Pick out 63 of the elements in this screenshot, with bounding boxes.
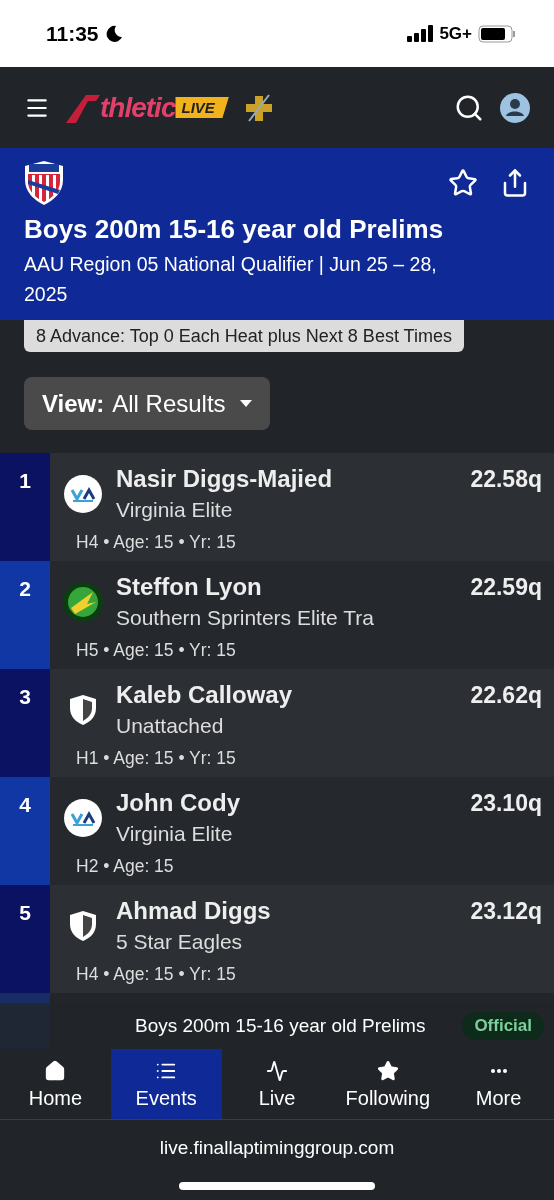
nav-tab[interactable]: Home (0, 1049, 111, 1119)
result-row[interactable]: Nasir Diggs-Majied 22.58q Virginia Elite H4 • Age: 15 • Yr: 15 (50, 453, 554, 561)
result-row[interactable]: Ahmad Diggs 23.12q 5 Star Eagles H4 • Age: 15 • Yr: 15 (50, 885, 554, 993)
star-icon[interactable] (448, 168, 478, 198)
star-icon (376, 1059, 399, 1082)
athlete-meta: H4 • Age: 15 • Yr: 15 (75, 963, 237, 985)
pulse-icon (266, 1059, 288, 1082)
home-icon (44, 1059, 67, 1082)
more-icon (490, 1068, 507, 1073)
place-number: 1 (0, 453, 50, 561)
clock-time: 11:35 (46, 21, 99, 46)
athlete-name: Ahmad Diggs (116, 897, 272, 925)
team-name: Virginia Elite (116, 822, 234, 846)
athlete-meta: H5 • Age: 15 • Yr: 15 (75, 639, 237, 661)
place-number: 5 (0, 885, 50, 993)
team-name: Southern Sprinters Elite Tra (116, 606, 375, 630)
athlete-name: Steffon Lyon (116, 573, 263, 601)
status-badge: Official (462, 1012, 544, 1040)
result-row[interactable]: Steffon Lyon 22.59q Southern Sprinters Elite Tra H5 • Age: 15 • Yr: 15 (50, 561, 554, 669)
result-time: 22.59q (470, 573, 542, 601)
club-logo-icon (64, 475, 102, 513)
view-dropdown[interactable]: View: All Results (24, 377, 270, 430)
shield-logo-icon (24, 160, 64, 206)
place-number: 4 (0, 777, 50, 885)
club-logo-icon (64, 799, 102, 837)
battery-icon (478, 24, 516, 43)
nav-tab[interactable]: Live (221, 1049, 333, 1119)
team-name: 5 Star Eagles (116, 930, 244, 954)
nav-tab[interactable]: Events (110, 1049, 222, 1119)
advance-note: 8 Advance: Top 0 Each Heat plus Next 8 Best Times (24, 320, 464, 352)
moon-icon (104, 24, 123, 43)
result-time: 23.12q (470, 897, 542, 925)
event-title: Boys 200m 15-16 year old Prelims (24, 214, 445, 245)
logo-arch-icon (66, 92, 100, 123)
account-icon[interactable] (500, 92, 530, 123)
now-showing-title: Boys 200m 15-16 year old Prelims (135, 1015, 426, 1037)
shield-icon (69, 910, 97, 942)
logo-badge: LIVE (175, 97, 229, 118)
plus-icon (244, 93, 273, 122)
athlete-name: Kaleb Calloway (116, 681, 294, 709)
nav-tab[interactable]: More (443, 1049, 554, 1119)
athlete-name: Nasir Diggs-Majied (116, 465, 334, 493)
place-number: 2 (0, 561, 50, 669)
shield-icon (69, 694, 97, 726)
result-row[interactable]: John Cody 23.10q Virginia Elite H2 • Age: 15 (50, 777, 554, 885)
athlete-meta: H1 • Age: 15 • Yr: 15 (75, 747, 237, 769)
result-row[interactable]: Kaleb Calloway 22.62q Unattached H1 • Age: 15 • Yr: 15 (50, 669, 554, 777)
result-time: 23.10q (470, 789, 542, 817)
athlete-meta: H2 • Age: 15 (75, 855, 175, 877)
athlete-name: John Cody (116, 789, 241, 817)
network-type: 5G+ (439, 23, 472, 44)
result-time: 22.58q (470, 465, 542, 493)
team-name: Virginia Elite (116, 498, 234, 522)
nav-tab[interactable]: Following (332, 1049, 444, 1119)
logo-text: thletic (100, 91, 176, 124)
club-logo-icon (63, 582, 103, 622)
signal-icon (407, 25, 434, 42)
browser-url[interactable]: live.finallaptiminggroup.com (0, 1120, 554, 1176)
place-number: 3 (0, 669, 50, 777)
team-name: Unattached (116, 714, 225, 738)
event-subtitle: AAU Region 05 National Qualifier | Jun 25 – 28, 2025 (24, 252, 438, 307)
result-time: 22.62q (470, 681, 542, 709)
athlete-meta: H4 • Age: 15 • Yr: 15 (75, 531, 237, 553)
